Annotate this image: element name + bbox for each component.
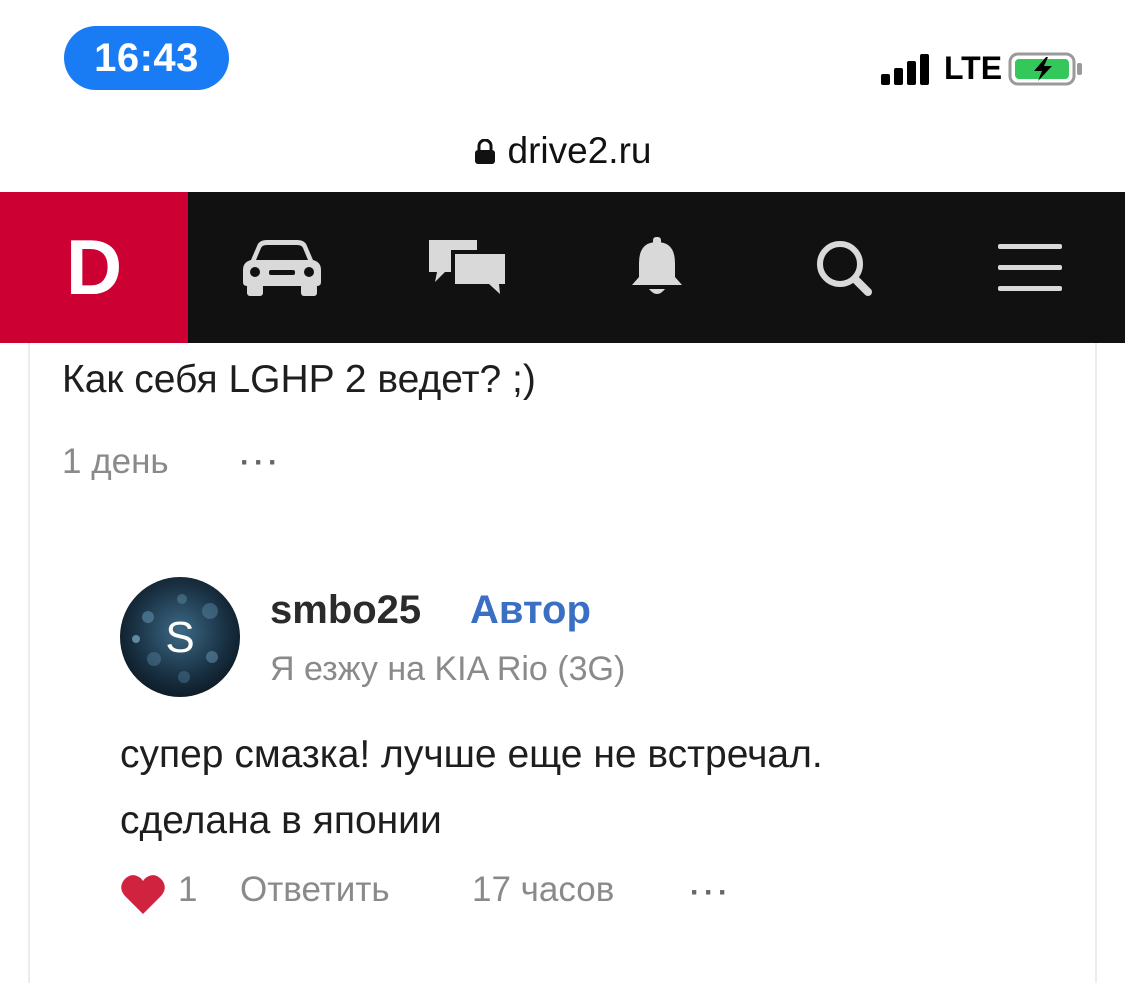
nav-search-button[interactable] [784, 192, 904, 343]
address-bar[interactable]: drive2.ru [0, 110, 1125, 192]
reply-button[interactable]: Ответить [240, 870, 390, 910]
lock-icon [474, 139, 495, 164]
reply-more-button[interactable]: ··· [690, 876, 732, 910]
avatar-image: S [120, 577, 240, 697]
comment-more-button[interactable]: ··· [240, 446, 282, 480]
drive2-logo[interactable]: D [0, 192, 188, 343]
author-name[interactable]: smbo25 [270, 588, 421, 633]
comment-text: Как себя LGHP 2 ведет? ;) [62, 358, 536, 401]
reply-text: супер смазка! лучше еще не встречал. сде… [120, 722, 1020, 854]
menu-icon [998, 243, 1062, 291]
reply-time[interactable]: 17 часов [472, 870, 614, 910]
status-bar: 16:43 LTE [0, 0, 1125, 110]
signal-icon [881, 54, 929, 85]
nav-messages-button[interactable] [408, 192, 528, 343]
author-badge: Автор [470, 588, 591, 632]
like-count: 1 [178, 870, 198, 909]
reply-text-line: сделана в японии [120, 799, 442, 842]
carrier-label: LTE [944, 50, 1003, 86]
heart-icon[interactable] [120, 872, 166, 916]
nav-menu-button[interactable] [970, 192, 1090, 343]
avatar[interactable]: S [120, 577, 240, 697]
comment-time[interactable]: 1 день [62, 442, 169, 482]
car-icon [243, 239, 321, 296]
status-time: 16:43 [64, 26, 229, 90]
author-car[interactable]: Я езжу на KIA Rio (3G) [270, 650, 625, 689]
reply-text-line: супер смазка! лучше еще не встречал. [120, 733, 823, 776]
nav-notifications-button[interactable] [597, 192, 717, 343]
url-text: drive2.ru [507, 130, 652, 171]
bell-icon [632, 236, 682, 294]
battery-icon [1008, 52, 1082, 86]
site-navbar: D [0, 192, 1125, 343]
search-icon [817, 240, 872, 296]
chat-icon [429, 239, 509, 298]
nav-cars-button[interactable] [222, 192, 342, 343]
svg-text:S: S [165, 613, 194, 662]
